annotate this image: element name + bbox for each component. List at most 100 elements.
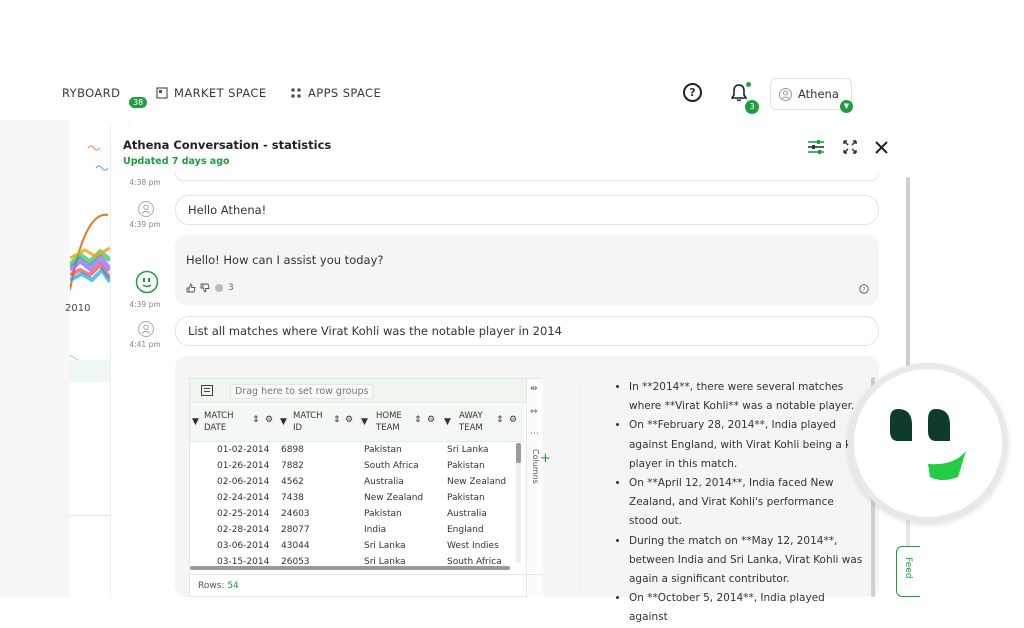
help-icon[interactable]: ? (683, 83, 702, 102)
response-divider (579, 385, 580, 595)
cell-away: Pakistan (447, 493, 485, 503)
info-icon[interactable]: ? (859, 284, 869, 294)
cell-id: 6898 (281, 445, 304, 455)
resize-columns-icon[interactable]: ⇹ (530, 384, 538, 394)
chevron-down-icon[interactable]: ▼ (840, 100, 853, 113)
market-space-icon (156, 87, 168, 99)
cell-id: 28077 (281, 525, 310, 535)
cell-date: 02-28-2014 (217, 525, 270, 535)
cell-away: England (447, 525, 484, 535)
cell-id: 7882 (281, 461, 304, 471)
list-item: In **2014**, there were several matches … (629, 378, 865, 416)
column-header-match-date[interactable]: MATCH DATE (204, 410, 244, 434)
nav-storyboard-label: RYBOARD (62, 86, 121, 100)
previous-message-bubble (175, 173, 879, 181)
grid-scroll-thumb[interactable] (516, 443, 521, 463)
column-header-match-id[interactable]: MATCH ID (293, 410, 333, 434)
thumbs-up-icon[interactable] (186, 283, 196, 293)
svg-text:?: ? (862, 287, 865, 294)
cell-home: India (364, 525, 387, 535)
list-item: On **October 5, 2014**, India played aga… (629, 589, 865, 627)
table-row[interactable]: 02-06-2014 4562 Australia New Zealand (190, 475, 520, 491)
filter-icon[interactable]: ▼ (280, 417, 287, 427)
sort-icon[interactable]: ⇕ (252, 415, 260, 425)
user-message-bubble: List all matches where Virat Kohli was t… (175, 316, 879, 346)
cell-date: 01-02-2014 (217, 445, 270, 455)
background-year-label: 2010 (65, 303, 91, 314)
sort-icon[interactable]: ⇕ (414, 415, 422, 425)
list-item: On **February 28, 2014**, India played a… (629, 416, 865, 474)
athena-logo-button[interactable] (848, 363, 1008, 523)
message-time: 4:41 pm (129, 340, 161, 349)
response-bullet-list: In **2014**, there were several matches … (615, 378, 865, 628)
rows-label: Rows: (198, 581, 225, 591)
cell-home: Australia (364, 477, 404, 487)
cell-away: West Indies (447, 541, 499, 551)
cell-away: New Zealand (447, 477, 507, 487)
rows-count: 54 (227, 581, 239, 591)
grid-scrollbar[interactable] (516, 443, 521, 563)
add-column-icon[interactable]: + (540, 451, 551, 466)
conversation-panel: Athena Conversation - statistics Updated… (110, 125, 912, 623)
nav-market-label: MARKET SPACE (174, 86, 267, 100)
filter-icon[interactable]: ▼ (444, 417, 451, 427)
gear-icon[interactable]: ⚙ (345, 415, 353, 425)
table-row[interactable]: 01-02-2014 6898 Pakistan Sri Lanka (190, 443, 520, 459)
cell-date: 01-26-2014 (217, 461, 270, 471)
feedback-label: Feed (903, 557, 913, 579)
cell-home: South Africa (364, 461, 419, 471)
cell-id: 43044 (281, 541, 310, 551)
user-message-text: List all matches where Virat Kohli was t… (188, 324, 562, 338)
cell-date: 02-24-2014 (217, 493, 270, 503)
nav-market-space[interactable]: MARKET SPACE (156, 86, 267, 100)
nav-apps-space[interactable]: APPS SPACE (290, 86, 381, 100)
bot-message-text: Hello! How can I assist you today? (186, 253, 384, 267)
column-header-away-team[interactable]: AWAY TEAM (459, 410, 499, 434)
column-header-home-team[interactable]: HOME TEAM (376, 410, 416, 434)
athena-bot-icon (135, 270, 159, 294)
table-row[interactable]: 02-28-2014 28077 India England (190, 523, 520, 539)
close-icon[interactable] (875, 140, 888, 154)
row-group-bar[interactable]: Drag here to set row groups (190, 379, 543, 403)
gear-icon[interactable]: ⚙ (427, 415, 435, 425)
panel-title: Athena Conversation - statistics (123, 138, 332, 152)
cell-home: New Zealand (364, 493, 424, 503)
gear-icon[interactable]: ⚙ (265, 415, 273, 425)
list-item: During the match on **May 12, 2014**, be… (629, 532, 865, 590)
columns-tab-label[interactable]: Columns (531, 449, 540, 484)
table-row[interactable]: 02-25-2014 24603 Pakistan Australia (190, 507, 520, 523)
notification-dot (746, 82, 751, 87)
cell-date: 02-06-2014 (217, 477, 270, 487)
feedback-tab[interactable]: Feed (896, 546, 920, 597)
cell-home: Pakistan (364, 509, 402, 519)
grid-horizontal-scroll-thumb[interactable] (190, 566, 510, 570)
fit-columns-icon[interactable]: ⇔ (530, 407, 538, 417)
user-message-bubble: Hello Athena! (175, 195, 879, 225)
user-message-text: Hello Athena! (188, 203, 267, 217)
sort-icon[interactable]: ⇕ (333, 415, 341, 425)
message-time: 4:38 pm (129, 178, 161, 187)
cell-date: 03-06-2014 (217, 541, 270, 551)
table-row[interactable]: 03-06-2014 43044 Sri Lanka West Indies (190, 539, 520, 555)
table-row[interactable]: 01-26-2014 7882 South Africa Pakistan (190, 459, 520, 475)
list-item: On **April 12, 2014**, India faced New Z… (629, 474, 865, 532)
user-avatar-icon (138, 201, 154, 217)
settings-sliders-icon[interactable] (807, 139, 825, 155)
columns-side-panel[interactable]: ⇹ ⇔ ⋯ Columns (526, 379, 543, 598)
row-group-placeholder: Drag here to set row groups (230, 384, 374, 399)
athena-face-logo (890, 409, 966, 480)
expand-icon[interactable] (843, 140, 857, 154)
bell-icon[interactable] (731, 84, 747, 102)
thumbs-down-icon[interactable] (200, 283, 210, 293)
cell-away: Pakistan (447, 461, 485, 471)
nav-storyboard[interactable]: RYBOARD (62, 86, 120, 100)
cell-id: 24603 (281, 509, 310, 519)
user-name: Athena (798, 87, 839, 101)
comment-icon[interactable] (214, 283, 224, 293)
sort-icon[interactable]: ⇕ (496, 415, 504, 425)
filter-icon[interactable]: ▼ (192, 417, 199, 427)
more-options-icon[interactable]: ⋯ (530, 429, 539, 439)
table-row[interactable]: 02-24-2014 7438 New Zealand Pakistan (190, 491, 520, 507)
gear-icon[interactable]: ⚙ (509, 415, 517, 425)
filter-icon[interactable]: ▼ (361, 417, 368, 427)
